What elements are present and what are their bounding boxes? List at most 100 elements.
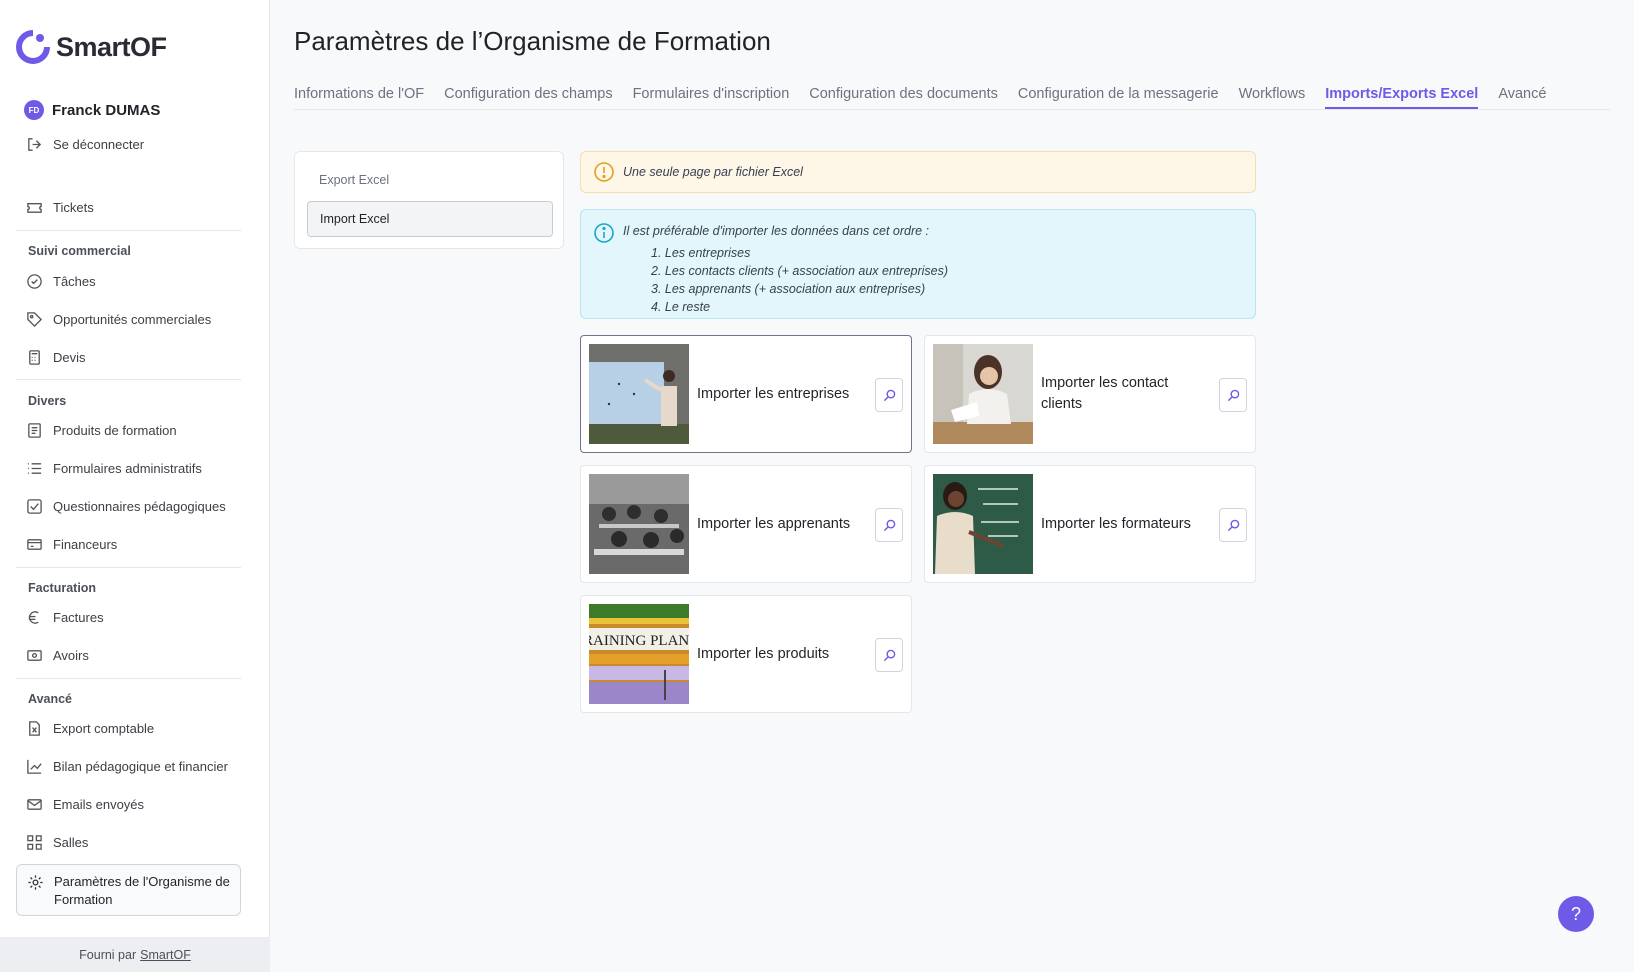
tab-bar: Informations de l'OF Configuration des c… <box>294 86 1610 110</box>
banknote-icon <box>27 650 42 661</box>
search-icon <box>1227 519 1239 531</box>
import-apprenants-card[interactable]: Importer les apprenants <box>580 465 912 583</box>
document-icon <box>28 423 41 438</box>
search-button[interactable] <box>1219 378 1247 412</box>
presentation-photo <box>589 344 689 444</box>
grid-icon <box>27 835 42 850</box>
info-heading: Il est préférable d'importer les données… <box>623 224 930 238</box>
tab-imports-exports[interactable]: Imports/Exports Excel <box>1325 86 1479 109</box>
teacher-blackboard-photo <box>933 474 1033 574</box>
card-label: Importer les produits <box>697 645 830 662</box>
sidebar-item-label: Paramètres de l'Organisme de Formation <box>54 874 230 907</box>
tab-configuration-documents[interactable]: Configuration des documents <box>809 86 998 109</box>
sidebar-item-label: Factures <box>53 610 104 625</box>
section-avance: Avancé <box>28 692 73 706</box>
sidebar-item-label: Produits de formation <box>53 423 177 438</box>
user-profile[interactable]: FD Franck DUMAS <box>24 100 160 120</box>
list-item: 1. Les entreprises <box>651 246 751 260</box>
sidebar-item-questionnaires[interactable]: Questionnaires pédagogiques <box>26 498 226 515</box>
divider <box>16 567 241 568</box>
sidebar-item-label: Questionnaires pédagogiques <box>53 499 226 514</box>
sidebar-item-label: Avoirs <box>53 648 89 663</box>
import-contacts-card[interactable]: Importer les contact clients <box>924 335 1256 453</box>
gear-icon <box>28 875 43 890</box>
footer-prefix: Fourni par <box>79 947 137 962</box>
sidebar-item-devis[interactable]: Devis <box>26 349 86 366</box>
sidebar-item-label: Salles <box>53 835 89 850</box>
mail-icon <box>27 799 42 810</box>
sidebar-item-parametres[interactable]: Paramètres de l'Organisme de Formation <box>16 864 241 916</box>
checkbox-icon <box>27 499 42 514</box>
search-button[interactable] <box>875 638 903 672</box>
list-item: 2. Les contacts clients (+ association a… <box>651 264 949 278</box>
tab-workflows[interactable]: Workflows <box>1239 86 1306 109</box>
sidebar-item-salles[interactable]: Salles <box>26 834 88 851</box>
search-button[interactable] <box>875 508 903 542</box>
card-label: Importer les apprenants <box>697 515 851 532</box>
avatar: FD <box>24 100 44 120</box>
woman-desk-photo <box>933 344 1033 444</box>
tab-configuration-champs[interactable]: Configuration des champs <box>444 86 612 109</box>
tab-avance[interactable]: Avancé <box>1498 86 1546 109</box>
import-formateurs-card[interactable]: Importer les formateurs <box>924 465 1256 583</box>
sidebar-item-label: Financeurs <box>53 537 118 552</box>
sidebar-item-tickets[interactable]: Tickets <box>26 199 94 216</box>
sidebar-item-export-comptable[interactable]: Export comptable <box>26 720 154 737</box>
sidebar-item-avoirs[interactable]: Avoirs <box>26 647 89 664</box>
footer-link[interactable]: SmartOF <box>140 948 191 962</box>
sidebar-item-formulaires[interactable]: Formulaires administratifs <box>26 460 202 477</box>
sidebar-item-label: Tâches <box>53 274 96 289</box>
logout-icon <box>28 138 42 151</box>
tab-informations[interactable]: Informations de l'OF <box>294 86 424 109</box>
sidebar-item-opportunites[interactable]: Opportunités commerciales <box>26 311 211 328</box>
section-divers: Divers <box>28 394 67 408</box>
sidebar-item-label: Opportunités commerciales <box>53 312 212 327</box>
subnav-export-excel[interactable]: Export Excel <box>307 162 553 198</box>
logout-link[interactable]: Se déconnecter <box>26 136 144 153</box>
sidebar-item-label: Tickets <box>53 200 94 215</box>
sidebar-item-label: Formulaires administratifs <box>53 461 202 476</box>
subnav-import-excel[interactable]: Import Excel <box>307 201 553 237</box>
logo-text: SmartOF <box>56 31 167 62</box>
tag-icon <box>27 312 43 328</box>
info-icon <box>594 223 614 243</box>
credit-card-icon <box>27 539 42 550</box>
list-item: 4. Le reste <box>651 300 711 314</box>
sidebar-item-label: Bilan pédagogique et financier <box>53 759 228 774</box>
sidebar-item-label: Export comptable <box>53 721 155 736</box>
import-entreprises-card[interactable]: Importer les entreprises <box>580 335 912 453</box>
tab-formulaires-inscription[interactable]: Formulaires d'inscription <box>633 86 790 109</box>
sidebar-item-taches[interactable]: Tâches <box>26 273 96 290</box>
book-title-text: RAINING PLAN <box>589 633 689 649</box>
tab-configuration-messagerie[interactable]: Configuration de la messagerie <box>1018 86 1219 109</box>
search-icon <box>883 519 895 531</box>
sidebar-item-emails[interactable]: Emails envoyés <box>26 796 144 813</box>
import-produits-card[interactable]: RAINING PLAN Importer les produits <box>580 595 912 713</box>
divider <box>16 379 241 380</box>
excel-file-icon <box>29 721 40 736</box>
logo-mark-icon <box>16 30 50 64</box>
list-item: 3. Les apprenants (+ association aux ent… <box>651 282 926 296</box>
import-order-list: 1. Les entreprises 2. Les contacts clien… <box>593 244 1243 316</box>
sidebar-item-produits[interactable]: Produits de formation <box>26 422 177 439</box>
import-export-subnav: Export Excel Import Excel <box>294 151 564 249</box>
search-button[interactable] <box>875 378 903 412</box>
warning-icon <box>594 162 614 182</box>
section-facturation: Facturation <box>28 581 97 595</box>
check-circle-icon <box>27 274 42 289</box>
sidebar-item-label: Emails envoyés <box>53 797 145 812</box>
logo[interactable]: SmartOF <box>16 30 167 64</box>
sidebar-item-bilan[interactable]: Bilan pédagogique et financier <box>26 758 228 775</box>
sidebar-item-label: Devis <box>53 350 86 365</box>
card-label: Importer les entreprises <box>697 385 850 402</box>
info-alert: Il est préférable d'importer les données… <box>580 209 1256 319</box>
sidebar-item-financeurs[interactable]: Financeurs <box>26 536 117 553</box>
sidebar-item-factures[interactable]: Factures <box>26 609 104 626</box>
warning-text: Une seule page par fichier Excel <box>623 165 803 179</box>
user-name: Franck DUMAS <box>52 101 161 119</box>
help-button[interactable]: ? <box>1558 896 1594 932</box>
calculator-icon <box>29 350 40 365</box>
ticket-icon <box>27 203 42 213</box>
search-icon <box>883 389 895 401</box>
search-button[interactable] <box>1219 508 1247 542</box>
